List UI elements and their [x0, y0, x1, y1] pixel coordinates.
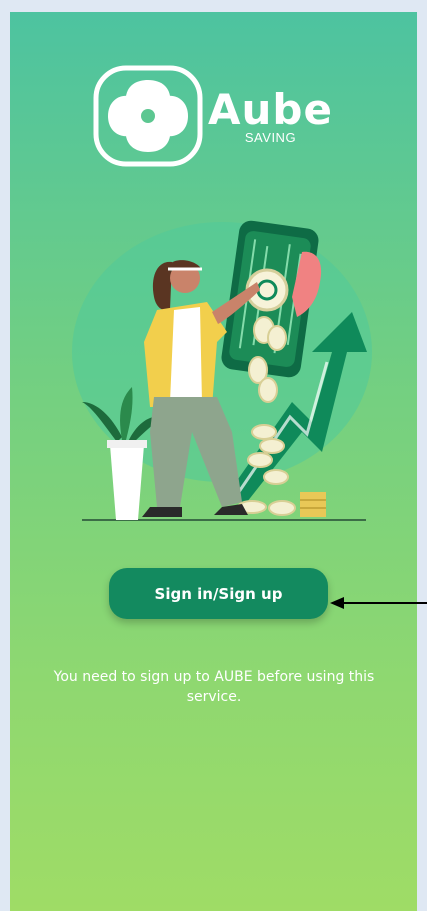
brand-name: Aube: [208, 84, 333, 134]
brand-subtitle: SAVING: [244, 129, 297, 145]
brand-wordmark: Aube SAVING: [208, 84, 333, 145]
app-logo: Aube SAVING: [92, 64, 333, 168]
signup-notice: You need to sign up to AUBE before using…: [53, 669, 375, 705]
sign-in-sign-up-button[interactable]: Sign in/Sign up: [109, 568, 328, 619]
arrow-left-icon: [330, 597, 427, 609]
aube-logo-icon: [93, 65, 203, 167]
hero-illustration: [72, 220, 372, 521]
app-screen: Aube SAVING Sign in/Sign up You need to …: [10, 12, 417, 911]
